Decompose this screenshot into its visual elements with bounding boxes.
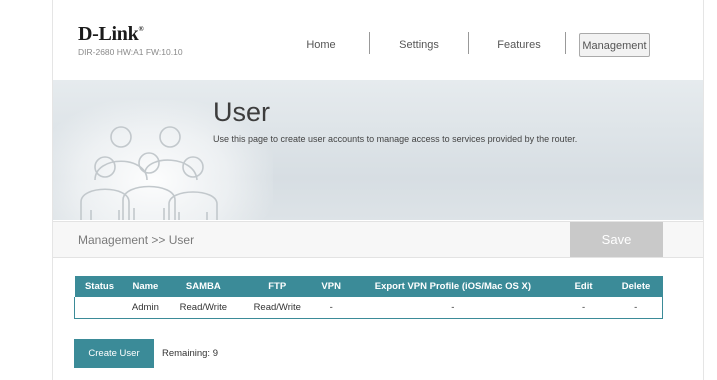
- nav-divider: [468, 32, 469, 54]
- nav-divider: [369, 32, 370, 54]
- users-group-icon: [80, 126, 218, 220]
- cell-samba: Read/Write: [166, 297, 241, 319]
- page-margin: [0, 0, 52, 380]
- col-name: Name: [124, 276, 167, 297]
- table-header-row: Status Name SAMBA FTP VPN Export VPN Pro…: [74, 276, 663, 297]
- cell-delete: -: [609, 297, 663, 319]
- create-user-button[interactable]: Create User: [74, 339, 154, 368]
- cell-name: Admin: [124, 297, 167, 319]
- col-status: Status: [74, 276, 125, 297]
- nav-divider: [565, 32, 566, 54]
- col-delete: Delete: [609, 276, 663, 297]
- hero-banner: [53, 80, 703, 220]
- nav-management[interactable]: Management: [579, 33, 650, 57]
- col-ftp: FTP: [240, 276, 315, 297]
- remaining-count: Remaining: 9: [162, 348, 218, 359]
- device-model: DIR-2680 HW:A1 FW:10.10: [78, 47, 183, 57]
- nav-features[interactable]: Features: [489, 33, 549, 57]
- col-edit: Edit: [557, 276, 610, 297]
- table-row: Admin Read/Write Read/Write - - - -: [74, 297, 663, 319]
- col-samba: SAMBA: [166, 276, 241, 297]
- brand: D-Link® DIR-2680 HW:A1 FW:10.10: [78, 23, 183, 57]
- user-table: Status Name SAMBA FTP VPN Export VPN Pro…: [74, 276, 663, 319]
- cell-vpn: -: [314, 297, 349, 319]
- breadcrumb: Management >> User: [78, 233, 195, 247]
- cell-edit: -: [557, 297, 610, 319]
- nav-settings[interactable]: Settings: [391, 33, 447, 57]
- page-description: Use this page to create user accounts to…: [213, 134, 578, 144]
- cell-ftp: Read/Write: [240, 297, 315, 319]
- dlink-logo: D-Link®: [78, 23, 144, 45]
- cell-export-vpn-profile: -: [348, 297, 558, 319]
- col-export-vpn-profile: Export VPN Profile (iOS/Mac OS X): [348, 276, 558, 297]
- col-vpn: VPN: [314, 276, 349, 297]
- cell-status: [74, 297, 125, 319]
- save-button[interactable]: Save: [570, 222, 663, 257]
- page-title: User: [213, 97, 271, 127]
- nav-home[interactable]: Home: [296, 33, 346, 57]
